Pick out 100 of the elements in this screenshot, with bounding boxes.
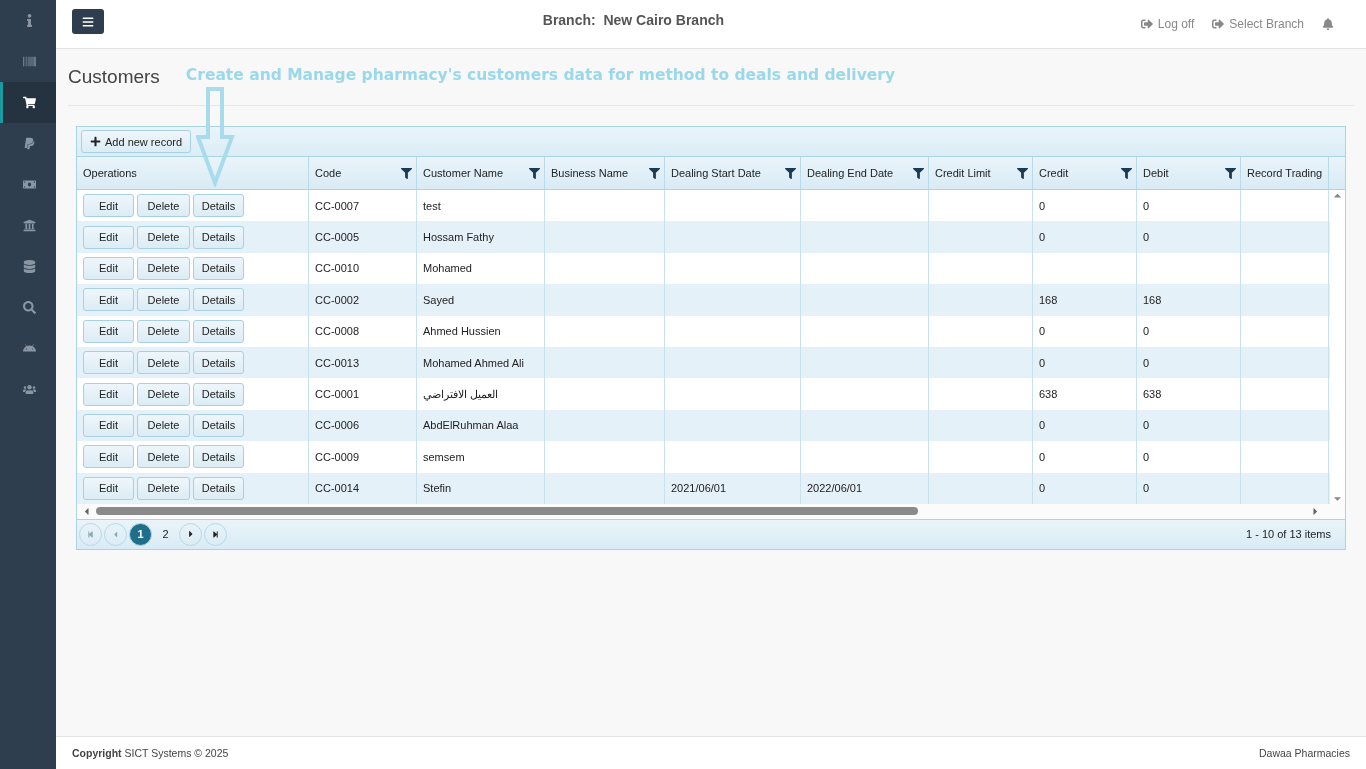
branch-title: Branch: New Cairo Branch [541,12,726,28]
annotation-text: Create and Manage pharmacy's customers data for method to deals and delivery [185,66,895,84]
row-action-button[interactable]: Edit [83,413,134,437]
table-cell: 0 [1039,231,1046,244]
page-button[interactable]: 1 [129,522,152,546]
table-cell: CC-0010 [315,262,360,275]
row-action-button[interactable]: Details [193,351,244,375]
sign-out-icon [1140,18,1153,30]
table-cell: test [423,199,441,212]
copyright-text: Copyright SICT Systems © 2025 [72,747,229,759]
row-action-button[interactable]: Details [193,319,244,343]
table-cell: 0 [1039,356,1046,369]
table-cell: AbdElRuhman Alaa [423,419,519,432]
row-action-button[interactable]: Delete [137,382,190,406]
table-cell: Ahmed Hussien [423,325,501,338]
caret-left-icon [111,529,120,539]
header-link[interactable]: Log off [1140,17,1195,31]
row-action-button[interactable]: Delete [137,351,190,375]
table-cell: Mohamed Ahmed Ali [423,356,524,369]
column-header[interactable]: Record Trading [1247,167,1323,179]
column-header[interactable]: Business Name [551,167,629,179]
table-cell: 0 [1039,325,1046,338]
sidebar-item[interactable] [0,82,56,123]
sign-out-icon [1212,18,1225,30]
table-cell: 0 [1039,419,1046,432]
money-icon [23,178,36,191]
row-action-button[interactable]: Delete [137,225,190,249]
plus-icon [90,136,101,147]
add-record-button[interactable]: Add new record [81,130,192,153]
column-header[interactable]: Credit Limit [935,167,991,179]
filter-icon[interactable] [529,167,540,179]
table-cell: CC-0009 [315,450,360,463]
filter-icon[interactable] [913,167,924,179]
filter-icon[interactable] [1225,167,1236,179]
table-cell: CC-0013 [315,356,360,369]
table-cell: Mohamed [423,262,472,275]
column-header[interactable]: Dealing Start Date [671,167,761,179]
filter-icon[interactable] [1121,167,1132,179]
barcode-icon [23,55,36,68]
filter-icon[interactable] [649,167,660,179]
column-header[interactable]: Debit [1143,167,1169,179]
row-action-button[interactable]: Details [193,445,244,469]
pager-info: 1 - 10 of 13 items [1246,528,1331,541]
row-action-button[interactable]: Delete [137,476,190,500]
filter-icon[interactable] [401,167,412,179]
table-cell: 168 [1143,293,1162,306]
table-cell: 0 [1039,482,1046,495]
row-action-button[interactable]: Details [193,413,244,437]
first-page-icon [87,530,94,538]
row-action-button[interactable]: Edit [83,319,134,343]
cart-icon [23,96,36,109]
row-action-button[interactable]: Edit [83,476,134,500]
table-cell: 0 [1143,199,1150,212]
menu-button[interactable] [72,9,104,34]
row-action-button[interactable]: Delete [137,288,190,312]
row-action-button[interactable]: Delete [137,413,190,437]
table-cell: 0 [1039,450,1046,463]
table-cell: Stefin [423,482,452,495]
filter-icon[interactable] [1017,167,1028,179]
row-action-button[interactable]: Delete [137,194,190,218]
column-header[interactable]: Code [315,167,342,179]
page-title: Customers [68,66,160,88]
header-link[interactable]: Select Branch [1212,17,1304,31]
page-button[interactable]: 2 [154,522,177,546]
filter-icon[interactable] [785,167,796,179]
row-action-button[interactable]: Edit [83,194,134,218]
row-action-button[interactable]: Edit [83,256,134,280]
table-cell: CC-0008 [315,325,360,338]
row-action-button[interactable]: Delete [137,445,190,469]
row-action-button[interactable]: Details [193,476,244,500]
menu-icon [82,15,94,28]
row-action-button[interactable]: Delete [137,256,190,280]
table-cell: 0 [1039,199,1046,212]
search-icon [23,301,36,314]
row-action-button[interactable]: Details [193,288,244,312]
column-header[interactable]: Credit [1039,167,1069,179]
row-action-button[interactable]: Edit [83,351,134,375]
table-cell: 2021/06/01 [671,482,727,495]
row-action-button[interactable]: Details [193,225,244,249]
row-action-button[interactable]: Delete [137,319,190,343]
row-action-button[interactable]: Edit [83,288,134,312]
row-action-button[interactable]: Details [193,382,244,406]
row-action-button[interactable]: Edit [83,382,134,406]
last-page-icon [212,530,219,538]
column-header[interactable]: Operations [83,167,137,179]
table-cell: 0 [1143,231,1150,244]
table-cell: CC-0006 [315,419,360,432]
paypal-icon [23,137,36,150]
table-cell: 638 [1143,388,1162,401]
row-action-button[interactable]: Details [193,194,244,218]
row-action-button[interactable]: Details [193,256,244,280]
scrollbar-thumb[interactable] [96,507,918,516]
column-header[interactable]: Customer Name [423,167,504,179]
column-header[interactable]: Dealing End Date [807,167,894,179]
bell-icon[interactable] [1322,18,1334,30]
row-action-button[interactable]: Edit [83,225,134,249]
users-icon [23,383,36,396]
brand-text: Dawaa Pharmacies [1258,747,1350,759]
row-action-button[interactable]: Edit [83,445,134,469]
table-cell: 168 [1039,293,1058,306]
